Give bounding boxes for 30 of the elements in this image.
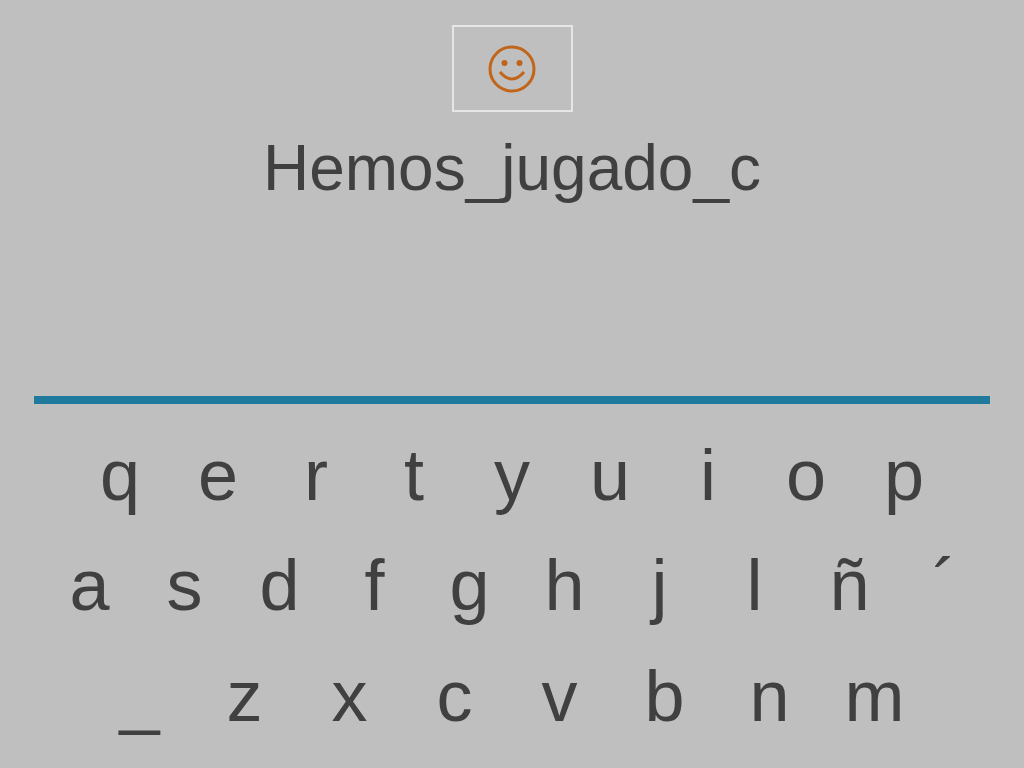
- key[interactable]: m: [822, 640, 927, 752]
- key[interactable]: d: [232, 530, 327, 640]
- smiley-frame[interactable]: [451, 25, 573, 112]
- key[interactable]: l: [707, 530, 802, 640]
- key[interactable]: y: [463, 420, 561, 530]
- key[interactable]: ´: [897, 530, 992, 640]
- key[interactable]: q: [71, 420, 169, 530]
- key[interactable]: t: [365, 420, 463, 530]
- key[interactable]: h: [517, 530, 612, 640]
- key[interactable]: n: [717, 640, 822, 752]
- key[interactable]: g: [422, 530, 517, 640]
- answer-text: Hemos_jugado_c: [262, 131, 762, 206]
- key[interactable]: _: [87, 640, 192, 752]
- key[interactable]: ñ: [802, 530, 897, 640]
- key[interactable]: u: [561, 420, 659, 530]
- key[interactable]: p: [855, 420, 953, 530]
- key[interactable]: j: [612, 530, 707, 640]
- key[interactable]: e: [169, 420, 267, 530]
- smiley-icon: [487, 43, 537, 94]
- key[interactable]: i: [659, 420, 757, 530]
- key[interactable]: a: [42, 530, 137, 640]
- key[interactable]: v: [507, 640, 612, 752]
- key[interactable]: o: [757, 420, 855, 530]
- key[interactable]: f: [327, 530, 422, 640]
- key[interactable]: x: [297, 640, 402, 752]
- key[interactable]: z: [192, 640, 297, 752]
- key[interactable]: b: [612, 640, 717, 752]
- key[interactable]: s: [137, 530, 232, 640]
- key[interactable]: c: [402, 640, 507, 752]
- key[interactable]: r: [267, 420, 365, 530]
